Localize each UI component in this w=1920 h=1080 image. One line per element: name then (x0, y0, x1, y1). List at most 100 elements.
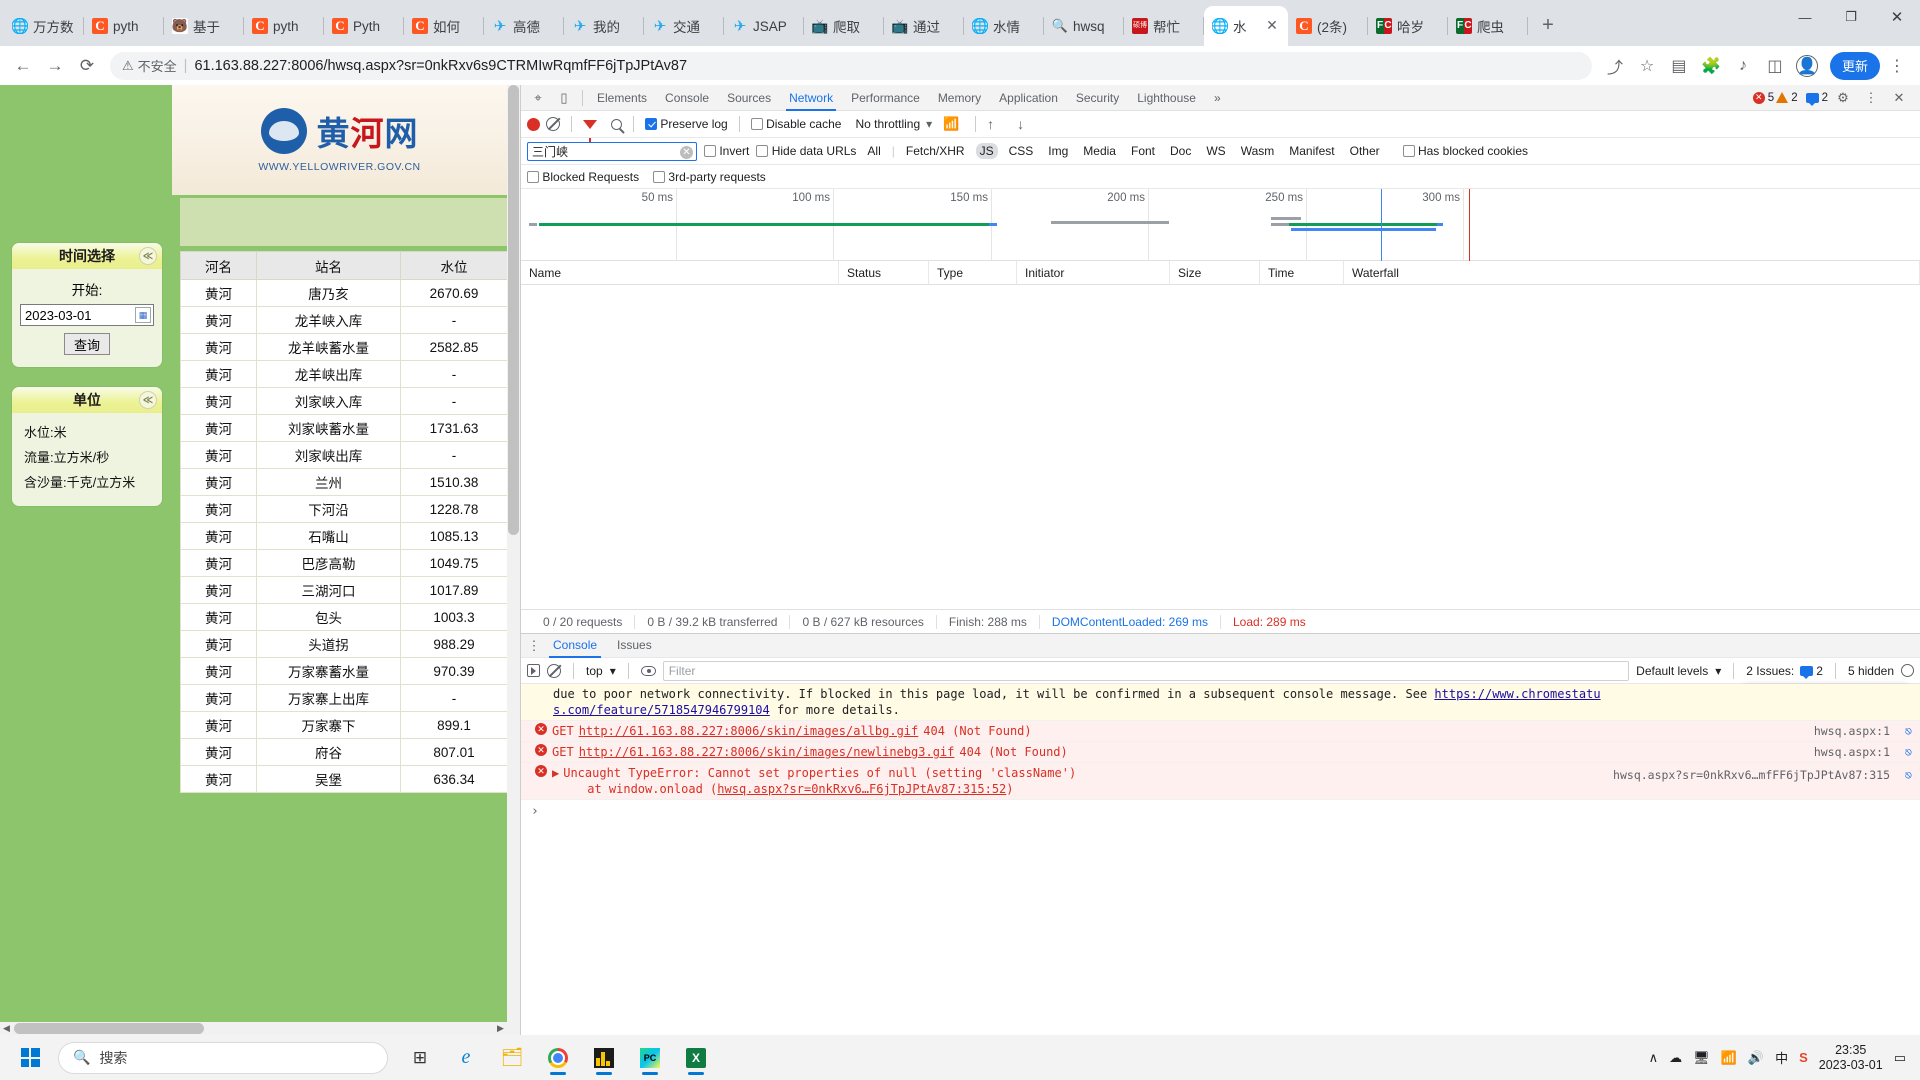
browser-tab[interactable]: C (2条) (1288, 6, 1368, 46)
external-link-icon[interactable]: ⎋ (1905, 767, 1912, 783)
close-icon[interactable]: ✕ (1886, 86, 1912, 110)
kebab-menu-icon[interactable]: ⋮ (527, 639, 541, 652)
console-error-message[interactable]: ✕ GET http://61.163.88.227:8006/skin/ima… (521, 721, 1920, 742)
network-filter-input[interactable]: 三门峡 ✕ (527, 141, 697, 161)
browser-tab-active[interactable]: 🌐 水 ✕ (1204, 6, 1288, 46)
column-type[interactable]: Type (929, 260, 1017, 285)
edge-icon[interactable]: e (448, 1040, 484, 1076)
external-link-icon[interactable]: ⎋ (1905, 744, 1912, 760)
browser-tab[interactable]: ✈ 交通 (644, 6, 724, 46)
start-date-input[interactable]: 2023-03-01 ▦ (20, 304, 154, 326)
warning-count-badge[interactable]: 2 (1776, 92, 1798, 104)
request-url-link[interactable]: http://61.163.88.227:8006/skin/images/ne… (579, 744, 955, 760)
task-view-icon[interactable]: ⊞ (402, 1040, 438, 1076)
chevron-down-icon[interactable]: ▾ (610, 664, 616, 678)
record-button[interactable] (527, 117, 540, 131)
media-icon[interactable]: ♪ (1728, 51, 1758, 81)
wifi-icon[interactable]: 📶 (1721, 1050, 1737, 1066)
third-party-requests-checkbox[interactable]: 3rd-party requests (653, 170, 766, 184)
browser-tab[interactable]: ✈ JSAP (724, 6, 804, 46)
sogou-icon[interactable]: S (1799, 1050, 1808, 1065)
column-size[interactable]: Size (1170, 260, 1260, 285)
clear-console-icon[interactable] (547, 663, 561, 678)
scroll-right-arrow[interactable]: ▶ (494, 1022, 507, 1035)
blocked-requests-checkbox[interactable]: Blocked Requests (527, 170, 639, 184)
chrome-status-link-cont[interactable]: s.com/feature/5718547946799104 (553, 703, 770, 717)
column-time[interactable]: Time (1260, 260, 1344, 285)
issues-badge[interactable]: 2 Issues: 2 (1746, 664, 1823, 679)
filter-type-all[interactable]: All (863, 143, 884, 159)
page-vertical-scrollbar[interactable] (507, 85, 520, 1035)
tab-application[interactable]: Application (990, 85, 1067, 111)
filter-type-img[interactable]: Img (1044, 143, 1072, 159)
source-link[interactable]: hwsq.aspx:1 (1814, 723, 1890, 739)
notification-icon[interactable]: ▭ (1894, 1050, 1906, 1066)
gear-icon[interactable] (1901, 664, 1914, 677)
network-overview[interactable]: 50 ms 100 ms 150 ms 200 ms 250 ms 300 ms (521, 189, 1920, 261)
inspect-cursor-icon[interactable]: ⌖ (525, 86, 551, 110)
drawer-tab-issues[interactable]: Issues (609, 633, 660, 658)
taskbar-search-box[interactable]: 🔍 搜索 (58, 1041, 388, 1074)
tab-network[interactable]: Network (780, 85, 842, 111)
filter-type-doc[interactable]: Doc (1166, 143, 1195, 159)
hide-data-urls-checkbox[interactable]: Hide data URLs (756, 144, 856, 158)
browser-tab[interactable]: 📺 通过 (884, 6, 964, 46)
source-link[interactable]: hwsq.aspx:1 (1814, 744, 1890, 760)
source-link[interactable]: hwsq.aspx?sr=0nkRxv6…mfFF6jTpJPtAv87:315 (1613, 767, 1890, 783)
tab-console[interactable]: Console (656, 85, 718, 111)
chevron-down-icon[interactable]: ▾ (926, 117, 932, 131)
profile-icon[interactable]: 👤 (1792, 51, 1822, 81)
close-tab-icon[interactable]: ✕ (1264, 18, 1280, 34)
chevron-up-icon[interactable]: ≪ (139, 391, 157, 409)
monitor-icon[interactable]: 🖥 (1693, 1050, 1710, 1066)
tab-lighthouse[interactable]: Lighthouse (1128, 85, 1205, 111)
kebab-menu-icon[interactable]: ⋮ (1858, 86, 1884, 110)
import-har-icon[interactable] (987, 116, 999, 132)
message-count-badge[interactable]: 2 (1805, 92, 1828, 106)
filter-type-font[interactable]: Font (1127, 143, 1159, 159)
filter-type-fetch-xhr[interactable]: Fetch/XHR (902, 143, 969, 159)
tab-security[interactable]: Security (1067, 85, 1128, 111)
has-blocked-cookies-checkbox[interactable]: Has blocked cookies (1402, 144, 1528, 158)
filter-type-wasm[interactable]: Wasm (1237, 143, 1279, 159)
query-button[interactable]: 查询 (64, 333, 110, 355)
invert-checkbox[interactable]: Invert (704, 144, 749, 158)
filter-type-other[interactable]: Other (1346, 143, 1384, 159)
device-toolbar-icon[interactable]: ▯ (551, 86, 577, 110)
page-horizontal-scrollbar[interactable]: ◀ ▶ (0, 1022, 507, 1035)
chrome-status-link[interactable]: https://www.chromestatu (1434, 687, 1600, 701)
calendar-icon[interactable]: ▦ (135, 307, 151, 323)
console-error-message[interactable]: ✕ ▶ Uncaught TypeError: Cannot set prope… (521, 763, 1920, 800)
puzzle-icon[interactable]: 🧩 (1696, 51, 1726, 81)
filter-type-manifest[interactable]: Manifest (1285, 143, 1338, 159)
context-selector[interactable]: top (586, 664, 603, 678)
drawer-tab-console[interactable]: Console (545, 633, 605, 658)
file-explorer-icon[interactable]: 🗂 (494, 1040, 530, 1076)
browser-tab[interactable]: ✈ 高德 (484, 6, 564, 46)
gear-icon[interactable]: ⚙ (1830, 86, 1856, 110)
not-secure-badge[interactable]: ⚠ 不安全 (122, 56, 177, 75)
browser-tab[interactable]: F C 爬虫 (1448, 6, 1528, 46)
scrollbar-thumb[interactable] (508, 85, 519, 535)
clear-button[interactable] (546, 117, 560, 131)
star-icon[interactable]: ☆ (1632, 51, 1662, 81)
filter-type-js[interactable]: JS (975, 143, 998, 159)
browser-tab[interactable]: 🔍 hwsq (1044, 6, 1124, 46)
kebab-menu-icon[interactable]: ⋮ (1882, 51, 1912, 81)
search-icon[interactable] (611, 118, 622, 130)
network-conditions-icon[interactable]: 📶 (938, 112, 964, 136)
export-har-icon[interactable] (1017, 116, 1029, 132)
ime-indicator[interactable]: 中 (1775, 1048, 1788, 1067)
request-list[interactable]: 中 ⚙ ☾ ✦ (521, 285, 1920, 773)
live-expression-icon[interactable] (640, 665, 656, 676)
browser-tab[interactable]: 硕博 帮忙 (1124, 6, 1204, 46)
browser-tab[interactable]: C 如何 (404, 6, 484, 46)
browser-tab[interactable]: Cpyth (244, 6, 324, 46)
disable-cache-checkbox[interactable]: Disable cache (750, 117, 841, 131)
new-tab-button[interactable]: + (1534, 12, 1562, 40)
browser-tab[interactable]: 🐻 基于 (164, 6, 244, 46)
app-chart-icon[interactable] (586, 1040, 622, 1076)
tab-memory[interactable]: Memory (929, 85, 990, 111)
scroll-left-arrow[interactable]: ◀ (0, 1022, 13, 1035)
tab-performance[interactable]: Performance (842, 85, 929, 111)
